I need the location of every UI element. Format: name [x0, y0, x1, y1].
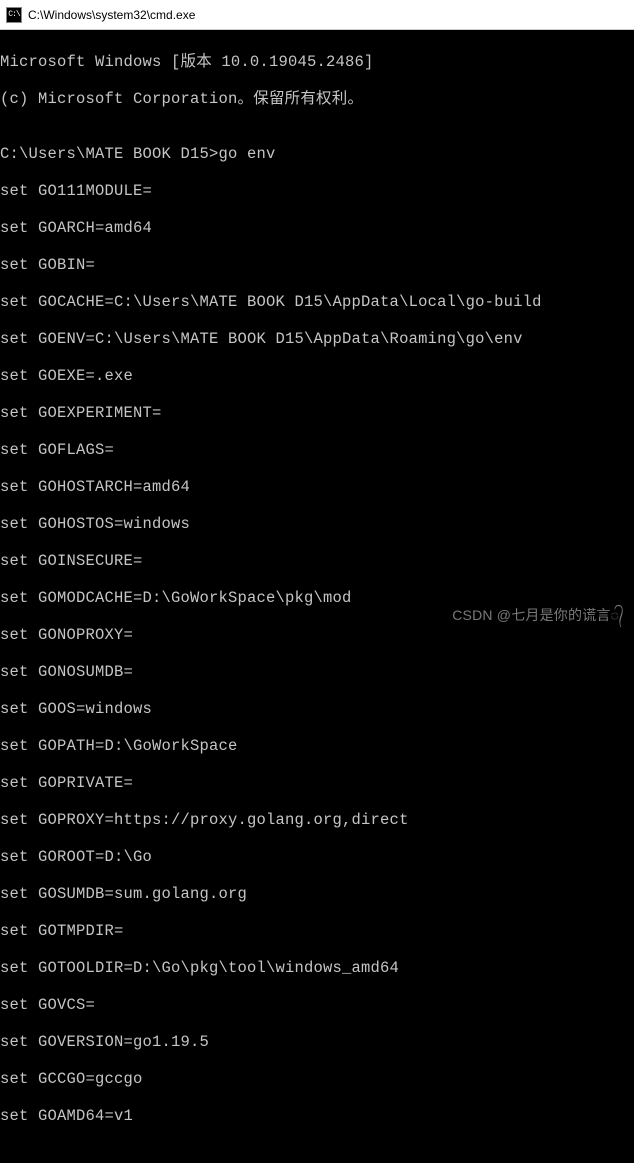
env-line: set GCCGO=gccgo: [0, 1070, 634, 1089]
env-line: set GONOPROXY=: [0, 626, 634, 645]
env-line: set GO111MODULE=: [0, 182, 634, 201]
prompt-line: C:\Users\MATE BOOK D15>go env: [0, 145, 634, 164]
banner-line: Microsoft Windows [版本 10.0.19045.2486]: [0, 53, 634, 72]
env-line: set GOINSECURE=: [0, 552, 634, 571]
env-line: set GOROOT=D:\Go: [0, 848, 634, 867]
env-line: set GOPRIVATE=: [0, 774, 634, 793]
env-line: set GOHOSTARCH=amd64: [0, 478, 634, 497]
env-line: set GOSUMDB=sum.golang.org: [0, 885, 634, 904]
banner-line: (c) Microsoft Corporation。保留所有权利。: [0, 90, 634, 109]
env-line: set GOENV=C:\Users\MATE BOOK D15\AppData…: [0, 330, 634, 349]
env-line: set GOHOSTOS=windows: [0, 515, 634, 534]
env-line: set GOTOOLDIR=D:\Go\pkg\tool\windows_amd…: [0, 959, 634, 978]
window-titlebar[interactable]: C:\ C:\Windows\system32\cmd.exe: [0, 0, 634, 30]
env-line: set GOMODCACHE=D:\GoWorkSpace\pkg\mod: [0, 589, 634, 608]
env-line: set GOVERSION=go1.19.5: [0, 1033, 634, 1052]
env-line: set GOEXE=.exe: [0, 367, 634, 386]
env-line: set GOEXPERIMENT=: [0, 404, 634, 423]
window-title: C:\Windows\system32\cmd.exe: [28, 8, 195, 22]
env-line: set GONOSUMDB=: [0, 663, 634, 682]
env-line: set GOTMPDIR=: [0, 922, 634, 941]
env-line: set GOBIN=: [0, 256, 634, 275]
env-line: set GOCACHE=C:\Users\MATE BOOK D15\AppDa…: [0, 293, 634, 312]
env-line: set GOVCS=: [0, 996, 634, 1015]
env-line: set GOAMD64=v1: [0, 1107, 634, 1126]
env-line: set GOFLAGS=: [0, 441, 634, 460]
env-line: set GOOS=windows: [0, 700, 634, 719]
terminal-output[interactable]: Microsoft Windows [版本 10.0.19045.2486] (…: [0, 30, 634, 636]
env-line: set GOPROXY=https://proxy.golang.org,dir…: [0, 811, 634, 830]
env-line: set GOARCH=amd64: [0, 219, 634, 238]
watermark: CSDN @七月是你的谎言᭄: [452, 606, 624, 625]
env-line: set GOPATH=D:\GoWorkSpace: [0, 737, 634, 756]
cmd-icon: C:\: [6, 7, 22, 23]
